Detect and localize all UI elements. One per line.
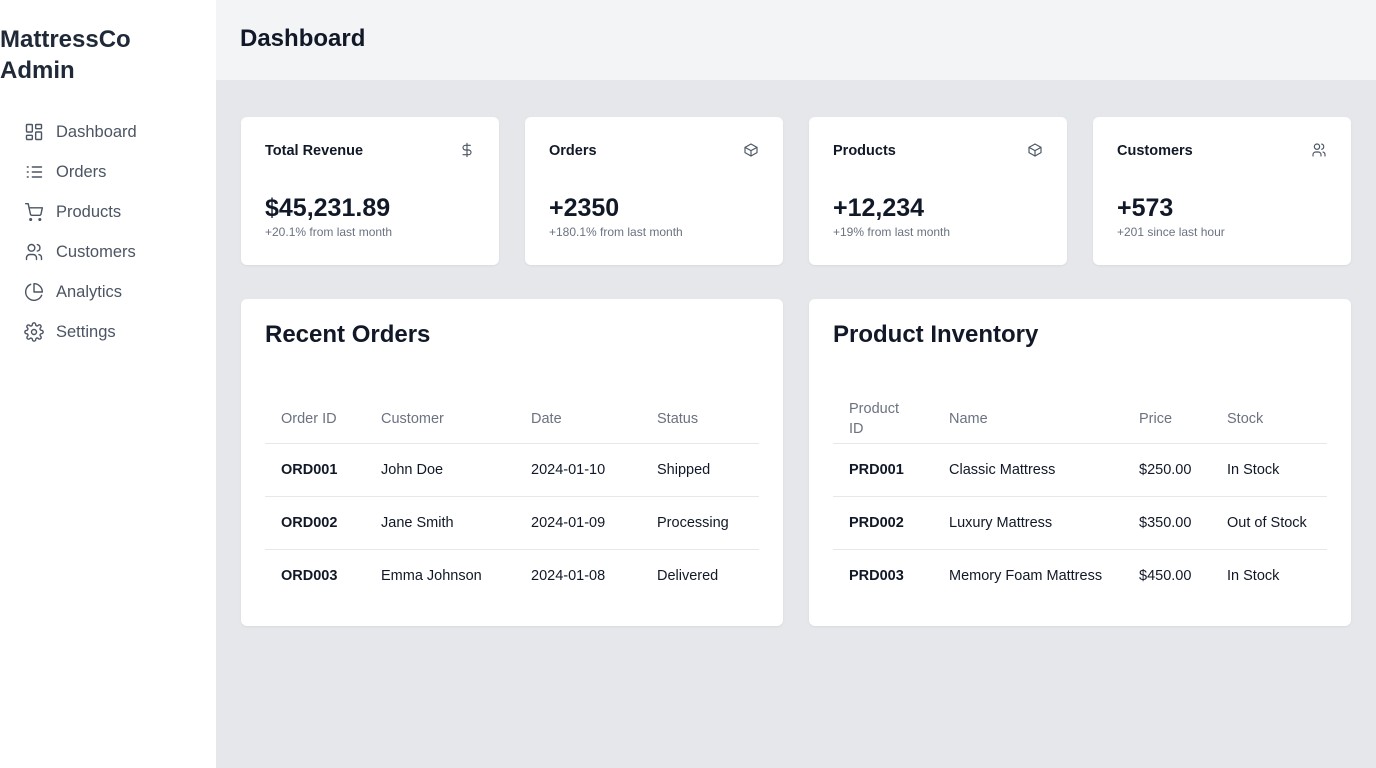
panel-title: Recent Orders — [265, 321, 431, 348]
stat-title: Total Revenue — [265, 143, 364, 159]
sidebar-item-dashboard[interactable]: Dashboard — [24, 112, 204, 152]
stat-card-revenue: Total Revenue $45,231.89 +20.1% from las… — [241, 117, 499, 265]
recent-orders-table: Order ID Customer Date Status ORD001 Joh… — [265, 396, 759, 602]
sidebar-item-label: Customers — [56, 242, 136, 261]
table-row[interactable]: ORD003 Emma Johnson 2024-01-08 Delivered — [265, 549, 759, 602]
product-name: Classic Mattress — [933, 443, 1123, 497]
table-row[interactable]: PRD001 Classic Mattress $250.00 In Stock — [833, 443, 1327, 497]
customer-name: Emma Johnson — [381, 567, 482, 584]
product-id: PRD001 — [833, 443, 933, 497]
table-header-row: Order ID Customer Date Status — [265, 396, 759, 444]
stat-value: +12,234 — [833, 194, 925, 222]
column-header: Date — [515, 396, 641, 444]
sidebar-item-label: Settings — [56, 322, 116, 341]
box-icon — [1027, 142, 1043, 158]
recent-orders-panel: Recent Orders Order ID Customer Date Sta… — [241, 299, 783, 626]
sidebar-item-orders[interactable]: Orders — [24, 152, 204, 192]
stat-title: Customers — [1117, 143, 1193, 159]
product-stock: Out of Stock — [1211, 496, 1327, 550]
page-title: Dashboard — [240, 25, 366, 52]
sidebar: MattressCo Admin Dashboard Orders Produc… — [0, 0, 216, 768]
sidebar-item-label: Products — [56, 202, 122, 221]
table-row[interactable]: ORD001 John Doe 2024-01-10 Shipped — [265, 443, 759, 497]
sidebar-item-label: Dashboard — [56, 122, 137, 141]
dollar-icon — [459, 142, 475, 158]
stat-change: +180.1% from last month — [549, 225, 683, 239]
users-icon — [24, 242, 44, 262]
table-row[interactable]: ORD002 Jane Smith 2024-01-09 Processing — [265, 496, 759, 550]
order-status: Processing — [641, 496, 759, 550]
brand-title: MattressCo Admin — [0, 24, 210, 86]
stat-value: +2350 — [549, 194, 620, 222]
order-date: 2024-01-09 — [515, 496, 641, 550]
cart-icon — [24, 202, 44, 222]
panel-title: Product Inventory — [833, 321, 1039, 348]
customer-name: Jane Smith — [365, 496, 515, 550]
column-header: Customer — [365, 396, 515, 444]
product-price: $350.00 — [1123, 496, 1211, 550]
product-inventory-panel: Product Inventory Product ID Name Price … — [809, 299, 1351, 626]
table-row[interactable]: PRD003 Memory Foam Mattress $450.00 In S… — [833, 549, 1327, 602]
table-row[interactable]: PRD002 Luxury Mattress $350.00 Out of St… — [833, 496, 1327, 550]
sidebar-item-settings[interactable]: Settings — [24, 312, 204, 352]
sidebar-item-label: Analytics — [56, 282, 123, 301]
table-header-row: Product ID Name Price Stock — [833, 396, 1327, 444]
sidebar-nav: Dashboard Orders Products Customers Anal… — [24, 112, 204, 352]
product-stock: In Stock — [1227, 567, 1280, 584]
order-id: ORD002 — [265, 496, 365, 550]
sidebar-item-customers[interactable]: Customers — [24, 232, 204, 272]
order-id: ORD003 — [281, 567, 338, 584]
stat-change: +19% from last month — [833, 225, 951, 239]
list-icon — [24, 162, 44, 182]
stat-title: Products — [833, 143, 896, 159]
stat-value: $45,231.89 — [265, 194, 391, 222]
users-icon — [1311, 142, 1327, 158]
brand-line-2: Admin — [0, 57, 75, 84]
pie-chart-icon — [24, 282, 44, 302]
stat-change: +201 since last hour — [1117, 225, 1225, 239]
stat-change: +20.1% from last month — [265, 225, 393, 239]
sidebar-item-analytics[interactable]: Analytics — [24, 272, 204, 312]
column-header: Name — [933, 396, 1123, 444]
product-stock: In Stock — [1211, 443, 1327, 497]
product-price: $250.00 — [1123, 443, 1211, 497]
sidebar-item-label: Orders — [56, 162, 107, 181]
stat-card-customers: Customers +573 +201 since last hour — [1093, 117, 1351, 265]
box-icon — [743, 142, 759, 158]
order-date: 2024-01-10 — [515, 443, 641, 497]
product-inventory-table: Product ID Name Price Stock PRD001 Class… — [833, 396, 1327, 602]
product-id: PRD002 — [833, 496, 933, 550]
customer-name: John Doe — [365, 443, 515, 497]
order-status: Delivered — [657, 567, 719, 584]
column-header: Status — [641, 396, 759, 444]
product-id: PRD003 — [849, 567, 904, 584]
dashboard-icon — [24, 122, 44, 142]
column-header: Order ID — [265, 396, 365, 444]
gear-icon — [24, 322, 44, 342]
sidebar-item-products[interactable]: Products — [24, 192, 204, 232]
stat-card-orders: Orders +2350 +180.1% from last month — [525, 117, 783, 265]
brand-line-1: MattressCo — [0, 26, 131, 53]
page-header: Dashboard — [216, 0, 1376, 80]
column-header: Price — [1123, 396, 1211, 444]
stat-card-products: Products +12,234 +19% from last month — [809, 117, 1067, 265]
order-status: Shipped — [641, 443, 759, 497]
column-header: Product ID — [833, 396, 933, 444]
product-name: Luxury Mattress — [933, 496, 1123, 550]
stat-title: Orders — [549, 143, 597, 159]
column-header: Stock — [1211, 396, 1327, 444]
order-date: 2024-01-08 — [531, 567, 606, 584]
product-name: Memory Foam Mattress — [949, 567, 1103, 584]
stat-value: +573 — [1117, 194, 1174, 222]
product-price: $450.00 — [1139, 567, 1192, 584]
order-id: ORD001 — [265, 443, 365, 497]
